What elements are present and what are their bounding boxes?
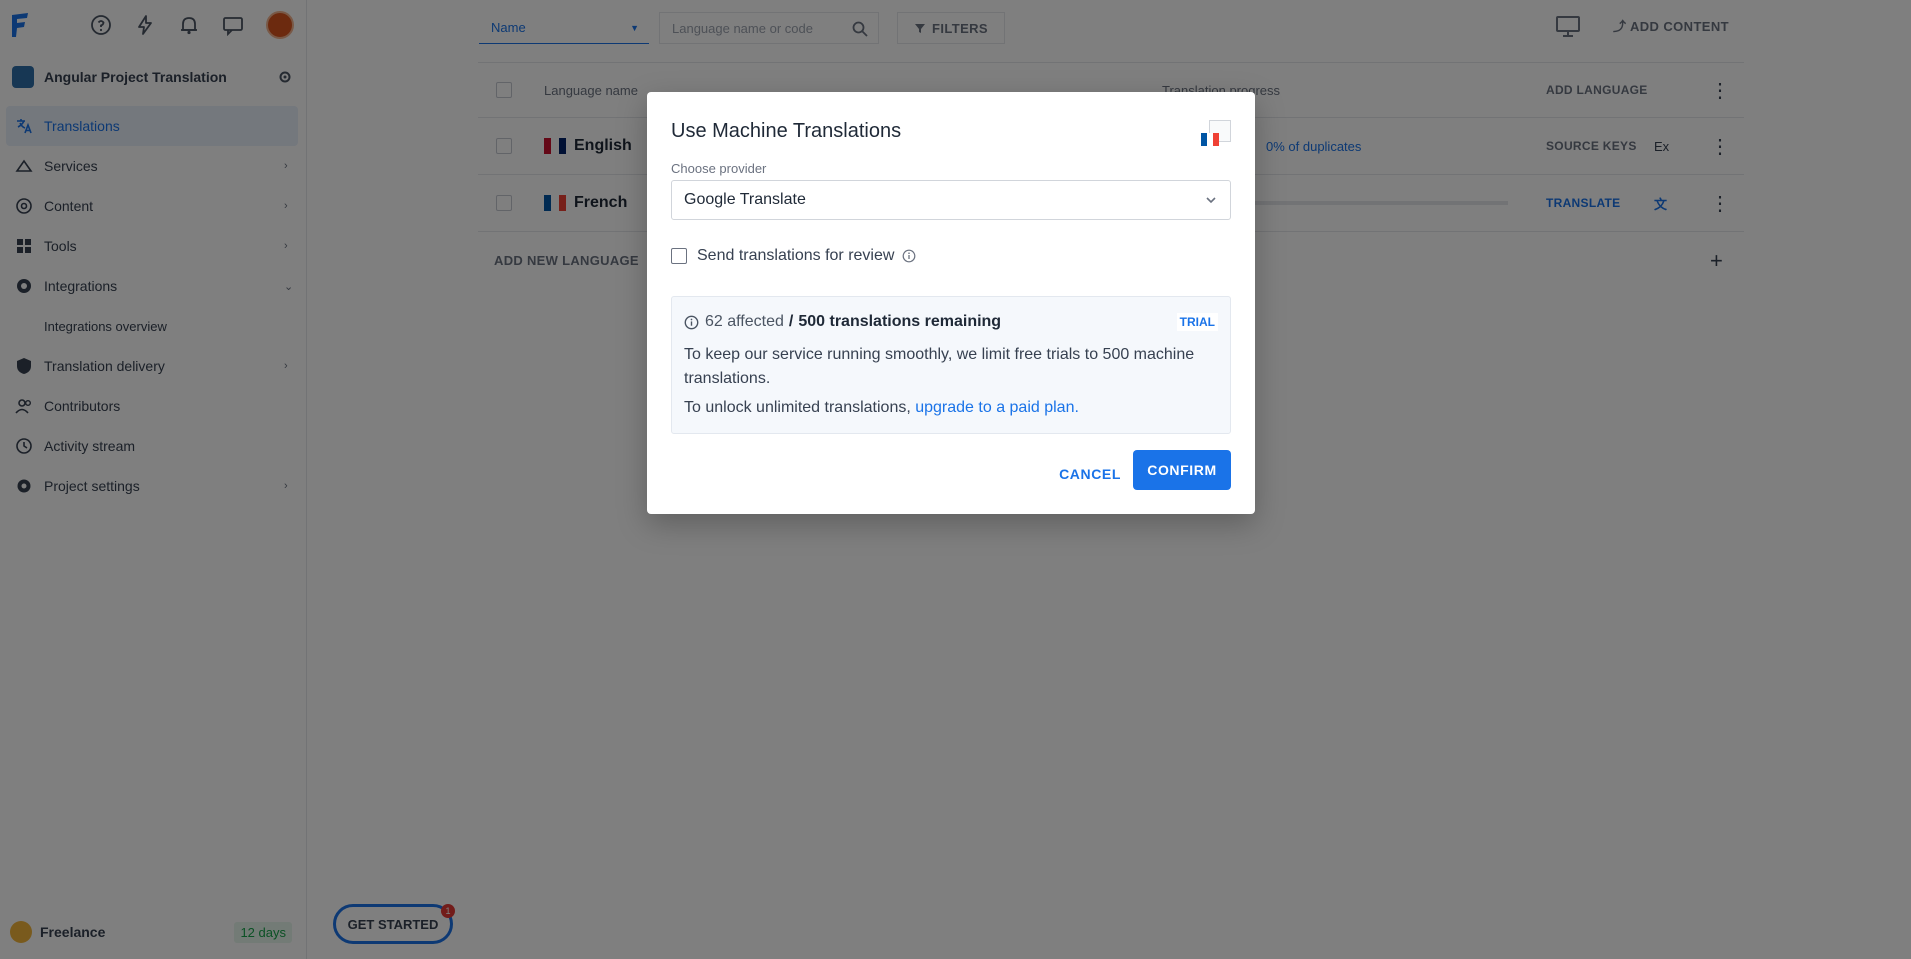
chevron-down-icon [1206,197,1216,204]
affected-count: 62 affected [705,313,784,330]
info-icon [684,315,699,329]
unlock-text-label: To unlock unlimited translations, [684,399,911,416]
info-icon[interactable] [902,249,916,263]
confirm-button[interactable]: CONFIRM [1133,450,1231,490]
dialog-title: Use Machine Translations [671,120,902,142]
trial-info-panel: 62 affected / 500 translations remaining… [671,296,1231,434]
provider-select[interactable]: Google Translate [671,180,1231,220]
separator: / [788,313,794,330]
trial-limit-text: To keep our service running smoothly, we… [684,346,1195,387]
upgrade-link[interactable]: upgrade to a paid plan. [915,399,1079,416]
provider-label: Choose provider [671,161,767,176]
provider-select-value: Google Translate [684,191,806,208]
send-for-review-checkbox[interactable] [671,248,687,264]
unlock-text: To unlock unlimited translations, upgrad… [684,399,1079,417]
trial-badge: TRIAL [1176,313,1218,331]
machine-translation-dialog: Use Machine Translations Choose provider… [647,92,1255,514]
send-for-review-label[interactable]: Send translations for review [697,247,894,265]
cancel-button[interactable]: CANCEL [1047,454,1133,494]
remaining-count: 500 translations remaining [798,313,1002,330]
review-option: Send translations for review [671,247,916,265]
target-language-icon [1201,120,1231,146]
usage-summary: 62 affected / 500 translations remaining [684,313,1001,331]
